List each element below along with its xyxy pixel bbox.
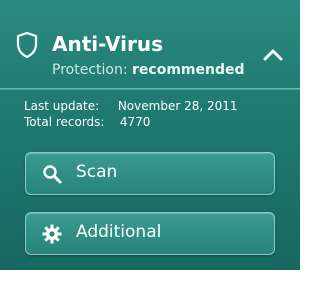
last-update-value: November 28, 2011 xyxy=(117,99,238,113)
panel-header[interactable]: Anti-Virus Protection: recommended xyxy=(0,0,300,88)
antivirus-panel: Anti-Virus Protection: recommended Last … xyxy=(0,0,300,270)
chevron-up-icon[interactable] xyxy=(258,40,288,70)
last-update-row: Last update: November 28, 2011 xyxy=(24,99,238,113)
gear-icon xyxy=(42,224,62,244)
protection-status: Protection: recommended xyxy=(52,62,245,78)
total-records-row: Total records: 4770 xyxy=(24,115,150,129)
scan-button[interactable]: Scan xyxy=(25,152,275,195)
additional-button[interactable]: Additional xyxy=(25,212,275,255)
search-icon xyxy=(43,165,62,184)
total-records-label: Total records: xyxy=(24,115,105,129)
protection-label: Protection: xyxy=(52,62,128,78)
header-divider xyxy=(0,88,300,90)
protection-value: recommended xyxy=(132,62,245,78)
page-title: Anti-Virus xyxy=(52,32,163,56)
last-update-label: Last update: xyxy=(24,99,100,113)
scan-button-label: Scan xyxy=(76,162,118,182)
additional-button-label: Additional xyxy=(76,222,162,242)
total-records-value: 4770 xyxy=(119,115,151,129)
shield-icon xyxy=(16,32,38,58)
